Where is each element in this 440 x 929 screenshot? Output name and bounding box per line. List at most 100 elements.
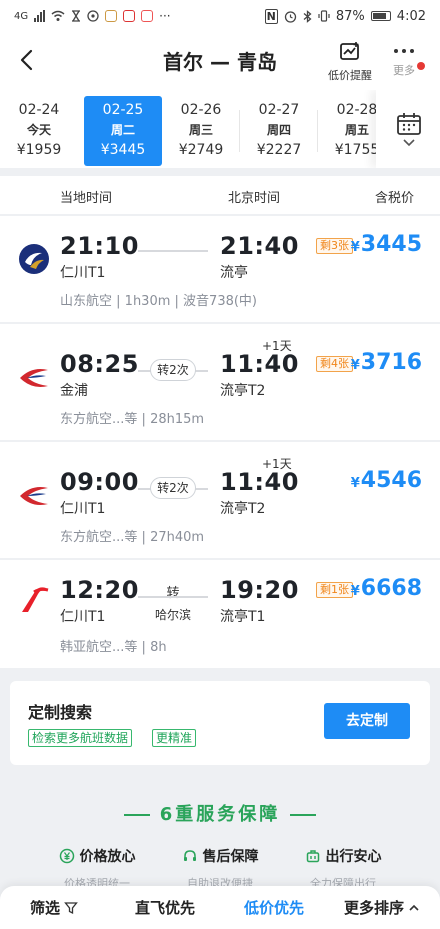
guarantee-item-safety[interactable]: 出行安心 全力保障出行 <box>270 846 416 891</box>
filter-icon <box>64 901 78 914</box>
more-notifications-icon: ··· <box>159 9 171 23</box>
arrival-time: 21:40 <box>220 232 299 260</box>
flight-card[interactable]: 12:20 仁川T1 转 哈尔滨 19:20 流亭T1 剩1张 ¥6668 韩亚… <box>0 560 440 668</box>
airline-name: 山东航空 <box>60 294 113 309</box>
arrival-time: 11:40 <box>220 468 299 496</box>
price-value: 4546 <box>360 468 422 493</box>
date-item-0224[interactable]: 02-24 今天 ¥1959 <box>0 96 78 166</box>
custom-search-tag: 更精准 <box>152 729 197 747</box>
beijing-time-header: 北京时间 <box>228 191 281 206</box>
calendar-button[interactable] <box>376 90 440 168</box>
weekday-label: 周四 <box>266 123 291 137</box>
direct-first-sort[interactable]: 直飞优先 <box>135 897 195 918</box>
flight-card[interactable]: 21:10 仁川T1 21:40 流亭 剩3张 ¥3445 山东航空 | 1h3… <box>0 216 440 322</box>
battery-icon <box>370 11 391 21</box>
go-customize-button[interactable]: 去定制 <box>324 703 410 739</box>
date-item-0227[interactable]: 02-27 周四 ¥2227 <box>240 96 318 166</box>
back-icon[interactable] <box>14 47 40 73</box>
departure-time: 12:20 <box>60 576 139 604</box>
departure-airport: 仁川T1 <box>60 501 106 517</box>
aircraft-type: 波音738(中) <box>183 294 258 309</box>
departure-airport: 仁川T1 <box>60 609 106 625</box>
notification-badge <box>417 62 425 70</box>
date-label: 02-26 <box>180 102 222 118</box>
status-left: 4G ··· <box>14 9 171 23</box>
departure-time: 08:25 <box>60 350 139 378</box>
guarantee-item-title: 售后保障 <box>202 849 259 865</box>
flight-price: ¥3716 <box>351 350 422 375</box>
date-item-0226[interactable]: 02-26 周三 ¥2749 <box>162 96 240 166</box>
airline-name: 东方航空...等 <box>60 530 138 545</box>
custom-search-tag: 检索更多航班数据 <box>28 729 133 747</box>
price-alert-button[interactable]: 低价提醒 <box>322 40 378 83</box>
china-eastern-logo <box>20 369 48 387</box>
filter-button[interactable]: 筛选 <box>30 897 78 918</box>
flight-meta: 东方航空...等 | 28h15m <box>60 412 205 427</box>
local-time-header: 当地时间 <box>60 191 113 206</box>
app-notification-icon <box>141 10 154 22</box>
more-sort-button[interactable]: 更多排序 <box>344 897 420 918</box>
arrival-airport: 流亭 <box>220 265 248 281</box>
china-eastern-logo <box>20 487 48 505</box>
hourglass-icon <box>72 10 81 22</box>
flight-meta: 山东航空 | 1h30m | 波音738(中) <box>60 294 258 309</box>
wifi-icon <box>51 10 65 21</box>
mobile-signal-text: 4G <box>14 10 29 22</box>
seats-remaining-badge: 剩1张 <box>316 582 353 598</box>
custom-search-card: 定制搜索 检索更多航班数据 更精准 去定制 <box>10 681 430 765</box>
vibrate-icon <box>318 10 330 22</box>
arrival-time: 11:40 <box>220 350 299 378</box>
price-value: 6668 <box>360 576 422 601</box>
date-label: 02-25 <box>102 102 144 118</box>
korean-air-logo <box>22 587 49 612</box>
guarantee-title-text: 6重服务保障 <box>159 804 281 825</box>
date-item-0225-selected[interactable]: 02-25 周二 ¥3445 <box>84 96 162 166</box>
flight-duration: 8h <box>150 640 167 655</box>
flight-card[interactable]: 08:25 金浦 转2次 +1天 11:40 流亭T2 剩4张 ¥3716 东方… <box>0 324 440 440</box>
flight-price: ¥6668 <box>351 576 422 601</box>
date-label: 02-24 <box>18 102 60 118</box>
signal-icon <box>34 10 46 22</box>
service-guarantee-title: 6重服务保障 <box>0 800 440 826</box>
weekday-label: 周三 <box>188 123 213 137</box>
battery-percent: 87% <box>335 8 365 24</box>
custom-search-title: 定制搜索 <box>28 703 93 722</box>
transfer-badge: 转2次 <box>150 477 196 499</box>
flight-price: ¥4546 <box>351 468 422 493</box>
flight-card[interactable]: 09:00 仁川T1 转2次 +1天 11:40 流亭T2 ¥4546 东方航空… <box>0 442 440 558</box>
seats-remaining-badge: 剩3张 <box>316 238 353 254</box>
calendar-icon <box>397 113 421 135</box>
app-notification-icon <box>105 10 118 22</box>
date-price: ¥3445 <box>100 142 146 158</box>
currency-symbol: ¥ <box>350 240 360 255</box>
currency-symbol: ¥ <box>350 584 360 599</box>
status-right: N 87% 4:02 <box>264 8 426 24</box>
date-price: ¥2227 <box>256 142 302 158</box>
date-price: ¥1959 <box>16 142 62 158</box>
headset-icon <box>183 850 196 861</box>
transfer-line <box>138 596 208 598</box>
date-selector: 02-24 今天 ¥1959 02-25 周二 ¥3445 02-26 周三 ¥… <box>0 90 440 168</box>
notification-app-icon <box>87 10 99 22</box>
guarantee-item-title: 价格放心 <box>79 849 136 865</box>
low-price-first-sort[interactable]: 低价优先 <box>244 897 304 918</box>
more-dots-icon <box>384 40 424 62</box>
more-button[interactable]: 更多 <box>384 40 424 78</box>
suitcase-icon <box>306 850 319 863</box>
column-header: 当地时间 北京时间 含税价 <box>0 176 440 214</box>
price-alert-label: 低价提醒 <box>328 69 372 82</box>
departure-time: 09:00 <box>60 468 139 496</box>
direct-line <box>138 250 208 252</box>
bottom-sort-bar: 筛选 直飞优先 低价优先 更多排序 <box>0 886 440 929</box>
transfer-label: 转 <box>166 586 180 601</box>
price-value: 3716 <box>360 350 422 375</box>
flight-meta: 韩亚航空...等 | 8h <box>60 640 167 655</box>
arrival-airport: 流亭T2 <box>220 383 266 399</box>
chevron-up-icon <box>409 904 419 911</box>
airline-name: 东方航空...等 <box>60 412 138 427</box>
departure-airport: 仁川T1 <box>60 265 106 281</box>
flight-duration: 1h30m <box>124 294 171 309</box>
nav-header: 首尔 — 青岛 低价提醒 更多 <box>0 32 440 90</box>
weekday-label: 今天 <box>26 123 51 137</box>
alarm-icon <box>284 10 297 23</box>
